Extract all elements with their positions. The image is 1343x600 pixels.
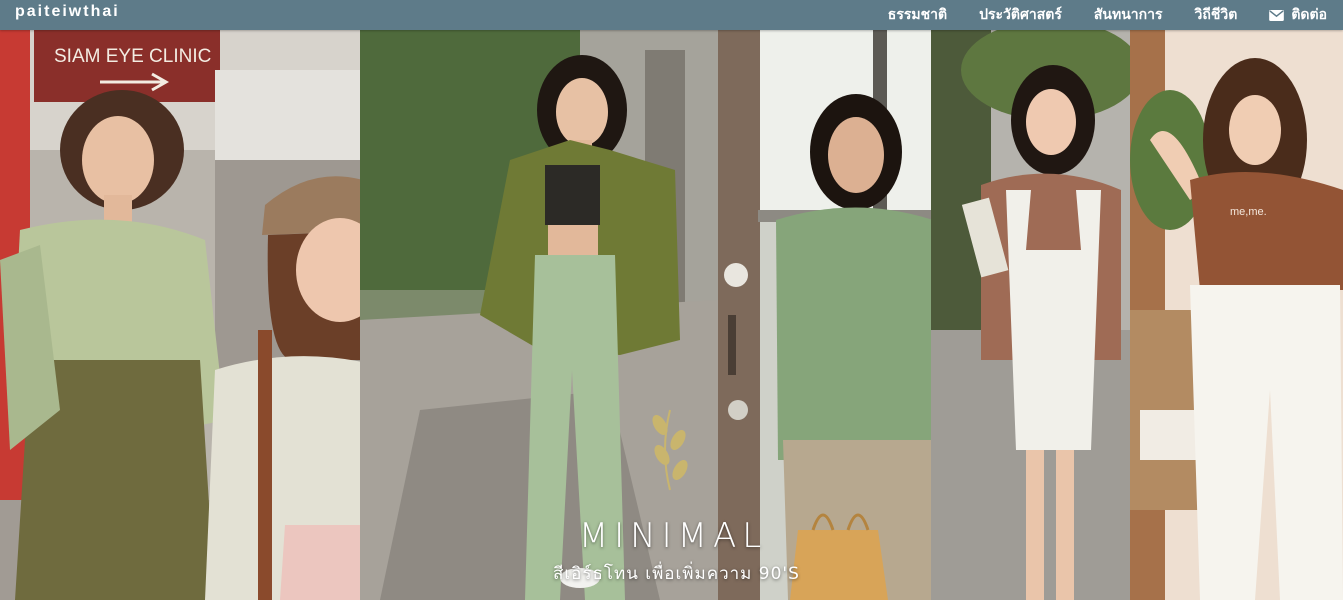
photo-doorway (718, 30, 931, 600)
nav-item-nature[interactable]: ธรรมชาติ (888, 4, 947, 26)
hero-title: MINIMAL (578, 516, 768, 556)
photo-panel-tshirt: me,me. (1130, 30, 1343, 600)
nav-item-lifestyle[interactable]: วิถีชีวิต (1195, 4, 1238, 26)
photo-dress (931, 30, 1130, 600)
shirt-print-text: me,me. (1230, 206, 1267, 218)
hero-subtitle: สีเอิร์ธโทน เพื่อเพิ่มความ 90'S (553, 564, 800, 584)
nav-item-contact[interactable]: ติดต่อ (1269, 4, 1327, 26)
photo-panel-walk (360, 30, 718, 600)
photo-walk (360, 30, 718, 600)
photo-street: SIAM EYE CLINIC (0, 30, 360, 600)
photo-panel-doorway (718, 30, 931, 600)
nav-item-history[interactable]: ประวัติศาสตร์ (979, 4, 1062, 26)
envelope-icon (1269, 9, 1285, 21)
nav-menu: ธรรมชาติ ประวัติศาสตร์ สันทนาการ วิถีชีว… (888, 0, 1327, 30)
photo-tshirt: me,me. (1130, 30, 1343, 600)
photo-panel-street: SIAM EYE CLINIC (0, 30, 360, 600)
nav-item-recreation[interactable]: สันทนาการ (1094, 4, 1163, 26)
contact-label: ติดต่อ (1291, 7, 1327, 23)
hero-caption: MINIMAL สีเอิร์ธโทน เพื่อเพิ่มความ 90'S (553, 516, 800, 587)
brand-logo[interactable]: paiteiwthai (15, 3, 120, 21)
top-navbar: paiteiwthai ธรรมชาติ ประวัติศาสตร์ สันทน… (0, 0, 1343, 30)
photo-panel-dress (931, 30, 1130, 600)
hero-banner: SIAM EYE CLINIC me,me. MINIMAL สีเอิร์ธโ… (0, 30, 1343, 600)
clinic-sign-text: SIAM EYE CLINIC (54, 46, 211, 67)
